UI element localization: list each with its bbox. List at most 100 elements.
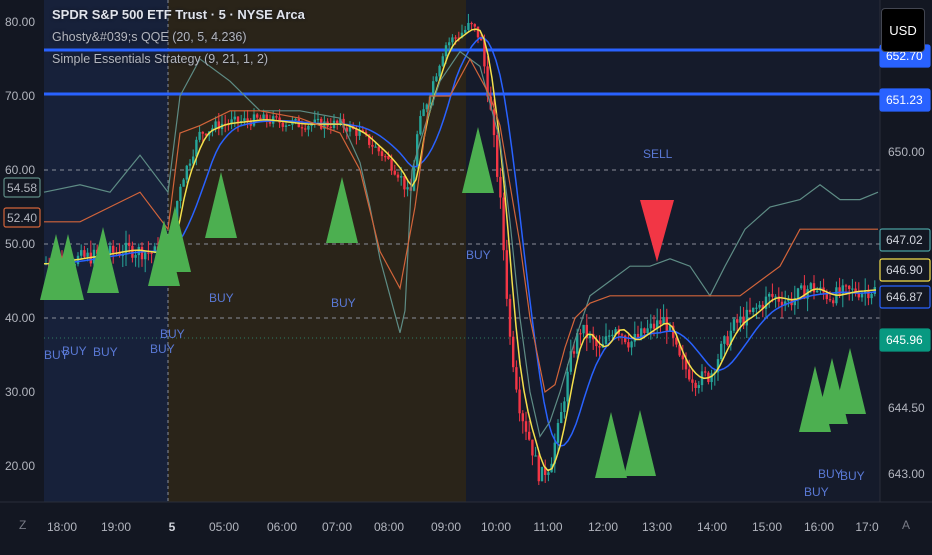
candle-body <box>643 328 646 334</box>
candle-body <box>534 455 537 457</box>
time-axis-tick: 08:00 <box>374 520 404 534</box>
candle-body <box>80 250 83 256</box>
candle-body <box>828 299 832 301</box>
candle-body <box>403 176 406 190</box>
candle-body <box>150 252 153 254</box>
candle-body <box>438 65 441 77</box>
chart-area[interactable]: BUY BUY BUY BUY BUY BUY BUY BUY BUY BUY BUY SELL 80.… <box>0 0 932 550</box>
symbol-title[interactable]: SPDR S&P 500 ETF Trust · 5 · NYSE Arca <box>52 4 305 26</box>
candle-body <box>582 324 585 334</box>
candle-body <box>288 124 291 126</box>
candle-body <box>422 109 425 117</box>
price-chart[interactable]: BUYBUY BUY BUYBUYBUY BUYBUYBUYBUYBUYSELL80.… <box>0 0 932 550</box>
time-axis-tick: 17:0 <box>855 520 879 534</box>
candle-body <box>380 151 384 157</box>
candle-body <box>521 413 524 422</box>
time-axis-tick: 06:00 <box>267 520 297 534</box>
candle-body <box>499 176 502 198</box>
candle-body <box>838 287 841 295</box>
buy-signal-label: BUY <box>804 485 829 499</box>
candle-body <box>112 245 115 253</box>
candle-body <box>377 146 380 152</box>
candle-body <box>307 125 310 130</box>
left-axis-tick: 60.00 <box>5 163 35 177</box>
candle-body <box>758 304 761 308</box>
time-axis-tick: 15:00 <box>752 520 782 534</box>
candle-body <box>256 114 259 118</box>
candle-body <box>281 122 284 127</box>
candle-body <box>412 165 416 191</box>
candle-body <box>851 288 854 290</box>
time-axis-tick: 18:00 <box>47 520 77 534</box>
candle-body <box>393 170 396 175</box>
candle-body <box>198 131 201 140</box>
candle-body <box>627 342 630 348</box>
left-value-tag-text: 52.40 <box>7 211 37 225</box>
candle-body <box>537 455 540 482</box>
candle-body <box>540 466 544 482</box>
candle-body <box>598 346 601 348</box>
time-axis-tick: 10:00 <box>481 520 511 534</box>
candle-body <box>448 42 451 46</box>
candle-body <box>809 283 812 290</box>
candle-body <box>432 81 435 97</box>
candle-body <box>636 333 640 338</box>
left-axis-tick: 20.00 <box>5 459 35 473</box>
candle-body <box>736 319 739 323</box>
right-axis-tick: 650.00 <box>888 145 925 159</box>
candle-body <box>329 126 332 129</box>
candle-body <box>406 187 409 190</box>
time-axis-tick: 14:00 <box>697 520 727 534</box>
candle-body <box>604 336 608 344</box>
left-axis-tick: 70.00 <box>5 89 35 103</box>
indicator-strategy-label[interactable]: Simple Essentials Strategy (9, 21, 1, 2) <box>52 48 305 70</box>
candle-body <box>435 76 438 82</box>
currency-button[interactable]: USD <box>881 8 925 52</box>
auto-scale-toggle[interactable]: A <box>902 518 910 532</box>
candle-body <box>704 371 707 373</box>
candle-body <box>425 104 428 110</box>
candle-body <box>608 335 611 337</box>
candle-body <box>268 121 272 124</box>
candle-body <box>726 336 729 346</box>
buy-signal-label: BUY <box>840 469 865 483</box>
candle-body <box>134 255 137 258</box>
indicator-qqe-label[interactable]: Ghosty&#039;s QQE (20, 5, 4.236) <box>52 26 305 48</box>
candle-body <box>508 298 512 337</box>
candle-body <box>768 293 771 297</box>
left-axis-tick: 50.00 <box>5 237 35 251</box>
candle-body <box>812 283 816 293</box>
buy-signal-label: BUY <box>62 344 87 358</box>
candle-body <box>214 121 217 129</box>
candle-body <box>201 131 204 134</box>
candle-body <box>505 250 508 299</box>
candle-body <box>624 335 627 343</box>
candle-body <box>771 293 774 297</box>
candle-body <box>560 412 563 424</box>
candle-body <box>720 343 723 360</box>
buy-signal-label: BUY <box>93 345 118 359</box>
candle-body <box>857 293 860 298</box>
candle-body <box>185 165 188 180</box>
candle-body <box>681 355 684 360</box>
candle-body <box>396 174 400 178</box>
candle-body <box>284 125 288 127</box>
candle-body <box>662 317 665 325</box>
candle-body <box>473 24 476 27</box>
candle-body <box>646 328 649 334</box>
candle-body <box>128 242 131 246</box>
candle-body <box>496 135 499 177</box>
candle-body <box>419 116 422 135</box>
time-axis-tick: 09:00 <box>431 520 461 534</box>
candle-body <box>620 334 624 336</box>
candle-body <box>400 176 403 178</box>
time-axis-tick: 5 <box>169 520 176 534</box>
candle-body <box>816 290 819 293</box>
candle-body <box>147 252 150 254</box>
candle-body <box>140 246 144 260</box>
timezone-toggle[interactable]: Z <box>19 518 26 532</box>
buy-signal-label: BUY <box>466 248 491 262</box>
candle-body <box>528 431 531 440</box>
left-axis-tick: 30.00 <box>5 385 35 399</box>
candle-body <box>796 288 800 299</box>
